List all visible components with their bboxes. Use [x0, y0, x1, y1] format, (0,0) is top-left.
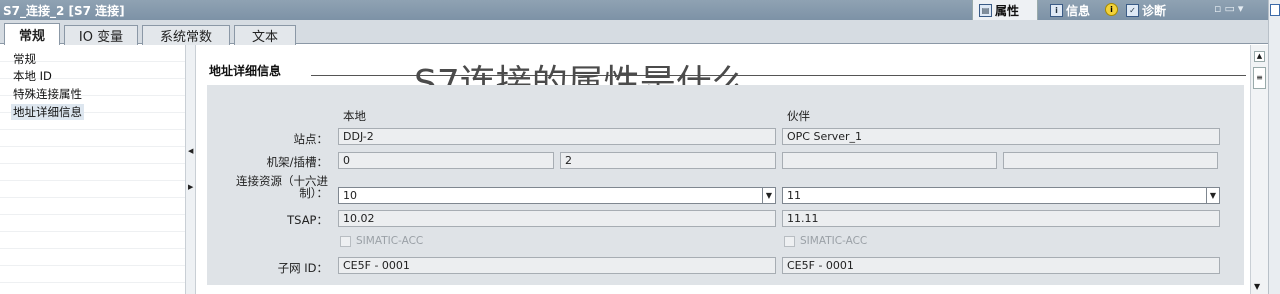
local-station-field: DDJ-2 — [338, 128, 776, 145]
connection-resource-label: 连接资源（十六进 制）： — [217, 175, 328, 199]
vertical-scrollbar[interactable]: ▲ ≡ ▼ — [1250, 45, 1268, 294]
partner-station-field: OPC Server_1 — [782, 128, 1220, 145]
partner-tsap-field: 11.11 — [782, 210, 1220, 227]
station-label: 站点： — [293, 132, 329, 146]
section-title: 地址详细信息 — [209, 64, 282, 78]
tab-properties-label: 属性 — [995, 3, 1020, 18]
partner-rack-field — [782, 152, 997, 169]
collapse-left-icon[interactable]: ◀ — [188, 147, 193, 155]
tsap-label: TSAP： — [287, 213, 328, 227]
window-controls[interactable]: ▫▭▾ — [1214, 2, 1246, 15]
scroll-down-icon[interactable]: ▼ — [1254, 282, 1260, 291]
partner-slot-field — [1003, 152, 1218, 169]
partner-simatic-acc-checkbox: SIMATIC-ACC — [784, 235, 867, 247]
checkbox-box — [784, 235, 795, 247]
chevron-down-icon[interactable]: ▼ — [762, 188, 775, 203]
nav-item-special-properties[interactable]: 特殊连接属性 — [13, 86, 82, 102]
tab-general-label: 常规 — [18, 29, 45, 44]
subnet-id-label: 子网 ID： — [277, 261, 328, 275]
task-card-icon[interactable] — [1270, 4, 1280, 16]
column-partner-header: 伙伴 — [787, 109, 810, 123]
tab-io-tags-label: IO 变量 — [78, 30, 124, 45]
info-tab-icon: i — [1050, 3, 1063, 17]
expand-right-icon[interactable]: ▶ — [188, 183, 193, 191]
chevron-down-icon[interactable]: ▼ — [1206, 188, 1219, 203]
info-icon: i — [1105, 3, 1118, 16]
column-local-header: 本地 — [343, 109, 366, 123]
local-connection-resource-select[interactable]: 10 ▼ — [338, 187, 776, 204]
diagnostics-icon: ✓ — [1126, 3, 1139, 17]
tab-system-constants-label: 系统常数 — [159, 30, 212, 45]
partner-connection-resource-select[interactable]: 11 ▼ — [782, 187, 1220, 204]
minimize-icon[interactable]: ▭ — [1224, 2, 1237, 15]
tab-diagnostics-label: 诊断 — [1142, 3, 1167, 18]
nav-item-general[interactable]: 常规 — [13, 51, 36, 67]
address-details-panel: 本地 伙伴 站点： DDJ-2 OPC Server_1 机架/插槽： 0 2 … — [207, 85, 1244, 285]
partner-connection-resource-value: 11 — [787, 189, 801, 202]
local-simatic-acc-checkbox: SIMATIC-ACC — [340, 235, 423, 247]
checkbox-box — [340, 235, 351, 247]
tab-diagnostics[interactable]: ✓ 诊断 — [1120, 0, 1182, 20]
tab-texts-label: 文本 — [251, 30, 278, 45]
tab-bar: 常规 IO 变量 系统常数 文本 — [0, 20, 1268, 45]
rack-slot-label: 机架/插槽： — [266, 155, 328, 169]
local-tsap-field: 10.02 — [338, 210, 776, 227]
local-subnet-field: CE5F - 0001 — [338, 257, 776, 274]
window-title: S7_连接_2 [S7 连接] — [3, 4, 125, 18]
tab-io-tags[interactable]: IO 变量 — [64, 25, 138, 45]
properties-icon: ▤ — [979, 3, 992, 17]
nav-item-local-id[interactable]: 本地 ID — [13, 68, 52, 84]
tab-info-label: 信息 — [1066, 3, 1091, 18]
properties-nav: 常规 本地 ID 特殊连接属性 地址详细信息 — [0, 45, 186, 294]
collapse-icon[interactable]: ▾ — [1238, 2, 1247, 15]
tab-properties[interactable]: ▤ 属性 — [972, 0, 1038, 20]
right-task-strip — [1268, 0, 1280, 294]
properties-content: 地址详细信息 S7连接的属性是什么 本地 伙伴 站点： DDJ-2 OPC Se… — [196, 45, 1250, 294]
tab-info[interactable]: i 信息 — [1044, 0, 1100, 20]
partner-simatic-acc-label: SIMATIC-ACC — [800, 235, 868, 247]
scroll-thumb[interactable]: ≡ — [1253, 67, 1266, 89]
window-titlebar: S7_连接_2 [S7 连接] ▤ 属性 i 信息 i ✓ 诊断 ▫▭▾ — [0, 0, 1268, 20]
local-rack-field: 0 — [338, 152, 554, 169]
partner-subnet-field: CE5F - 0001 — [782, 257, 1220, 274]
restore-icon[interactable]: ▫ — [1214, 2, 1224, 15]
local-connection-resource-value: 10 — [343, 189, 357, 202]
scroll-up-icon[interactable]: ▲ — [1254, 51, 1265, 62]
local-slot-field: 2 — [560, 152, 776, 169]
nav-item-address-details[interactable]: 地址详细信息 — [11, 104, 84, 120]
connection-resource-label-line2: 制）： — [299, 186, 328, 200]
tab-texts[interactable]: 文本 — [234, 25, 296, 45]
tab-system-constants[interactable]: 系统常数 — [142, 25, 230, 45]
nav-splitter[interactable]: ◀ ▶ — [186, 45, 196, 294]
tab-general[interactable]: 常规 — [4, 23, 60, 45]
local-simatic-acc-label: SIMATIC-ACC — [356, 235, 424, 247]
